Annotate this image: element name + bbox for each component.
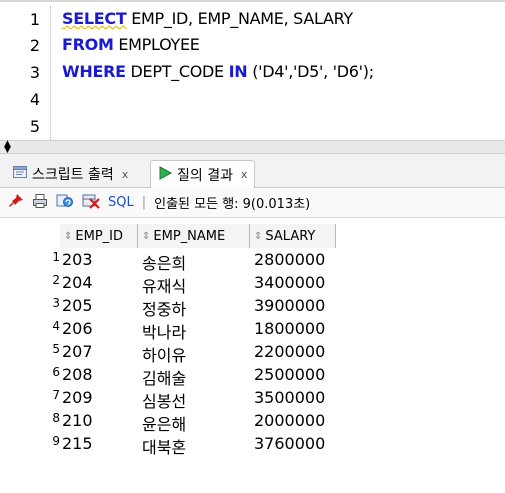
line-number: 3 [29, 63, 40, 82]
row-number: 5 [52, 342, 60, 356]
collapse-expand-arrows-icon[interactable]: ▲ ▼ [4, 140, 11, 155]
run-query-icon [157, 165, 173, 185]
result-grid[interactable]: ⇕ EMP_ID ⇕ EMP_NAME ⇕ SALARY 1 203 송은희 2… [0, 218, 505, 493]
cell-salary[interactable]: 3500000 [254, 388, 325, 407]
column-header-salary[interactable]: ⇕ SALARY [250, 224, 336, 248]
table-row[interactable]: 2 204 유재식 3400000 [0, 271, 340, 296]
result-toolbar: SQL | 인출된 모든 행: 9(0.013초) [0, 188, 505, 218]
row-number: 7 [52, 388, 60, 402]
sql-link[interactable]: SQL [108, 195, 134, 210]
keyword-select: SELECT [62, 9, 127, 28]
sql-editor[interactable]: 1 SELECT EMP_ID, EMP_NAME, SALARY 2 FROM… [0, 0, 505, 140]
column-header-emp-name[interactable]: ⇕ EMP_NAME [138, 224, 250, 248]
tab-query-result[interactable]: 질의 결과 x [150, 160, 255, 188]
sort-icon[interactable]: ⇕ [254, 231, 262, 242]
cell-emp-id[interactable]: 210 [62, 411, 93, 430]
column-header-label: SALARY [265, 228, 316, 244]
keyword-from: FROM [62, 35, 114, 54]
cell-emp-id[interactable]: 209 [62, 388, 93, 407]
script-output-icon [12, 164, 28, 184]
row-number: 9 [52, 434, 60, 448]
sort-icon[interactable]: ⇕ [142, 231, 150, 242]
code-line-2[interactable]: 2 FROM EMPLOYEE [0, 34, 505, 59]
cell-salary[interactable]: 2200000 [254, 342, 325, 361]
refresh-icon[interactable] [56, 193, 74, 213]
line-number: 4 [29, 90, 40, 109]
cell-salary[interactable]: 3900000 [254, 296, 325, 315]
table-row[interactable]: 5 207 하이유 2200000 [0, 340, 340, 365]
tab-label: 질의 결과 [177, 167, 233, 184]
column-header-label: EMP_ID [75, 228, 124, 244]
result-tab-bar: 스크립트 출력 x 질의 결과 x [0, 154, 505, 188]
tab-script-output[interactable]: 스크립트 출력 x [6, 160, 134, 188]
line-number: 2 [29, 36, 40, 55]
code-fragment: DEPT_CODE [125, 62, 229, 81]
cell-emp-id[interactable]: 208 [62, 365, 93, 384]
cell-salary[interactable]: 2000000 [254, 411, 325, 430]
column-header-label: EMP_NAME [153, 228, 226, 244]
close-icon[interactable]: x [122, 168, 129, 181]
code-line-4[interactable]: 4 [0, 88, 505, 113]
cell-emp-id[interactable]: 203 [62, 250, 93, 269]
cell-salary[interactable]: 1800000 [254, 319, 325, 338]
pin-icon[interactable] [8, 193, 24, 213]
cell-emp-id[interactable]: 215 [62, 434, 93, 453]
keyword-where: WHERE [62, 62, 126, 81]
code-text[interactable]: WHERE DEPT_CODE IN ('D4','D5', 'D6'); [62, 62, 374, 81]
cell-salary[interactable]: 3760000 [254, 434, 325, 453]
delete-records-icon[interactable] [82, 193, 100, 213]
line-number: 1 [29, 10, 40, 29]
column-header-emp-id[interactable]: ⇕ EMP_ID [60, 224, 138, 248]
row-number: 3 [52, 296, 60, 310]
code-line-1[interactable]: 1 SELECT EMP_ID, EMP_NAME, SALARY [0, 8, 505, 33]
editor-top-border [0, 0, 505, 2]
row-number-header [0, 224, 60, 248]
tab-label: 스크립트 출력 [32, 167, 114, 183]
fetch-status-text: 인출된 모든 행: 9(0.013초) [154, 197, 311, 212]
row-number: 8 [52, 411, 60, 425]
row-number: 4 [52, 319, 60, 333]
row-number: 2 [52, 273, 60, 287]
table-row[interactable]: 1 203 송은희 2800000 [0, 248, 340, 273]
table-row[interactable]: 7 209 심봉선 3500000 [0, 386, 340, 411]
cell-emp-id[interactable]: 206 [62, 319, 93, 338]
grid-header: ⇕ EMP_ID ⇕ EMP_NAME ⇕ SALARY [0, 224, 336, 248]
cell-emp-id[interactable]: 205 [62, 296, 93, 315]
print-icon[interactable] [32, 193, 48, 213]
keyword-in: IN [228, 62, 248, 81]
code-text[interactable]: SELECT EMP_ID, EMP_NAME, SALARY [62, 9, 353, 28]
table-row[interactable]: 9 215 대북혼 3760000 [0, 432, 340, 458]
code-fragment: EMP_ID, EMP_NAME, SALARY [126, 9, 353, 28]
code-fragment: ('D4','D5', 'D6'); [247, 62, 374, 81]
table-row[interactable]: 4 206 박나라 1800000 [0, 317, 340, 342]
table-row[interactable]: 6 208 김해술 2500000 [0, 363, 340, 388]
cell-salary[interactable]: 3400000 [254, 273, 325, 292]
table-row[interactable]: 3 205 정중하 3900000 [0, 294, 340, 319]
code-text[interactable]: FROM EMPLOYEE [62, 35, 200, 54]
cell-salary[interactable]: 2800000 [254, 250, 325, 269]
line-number: 5 [29, 117, 40, 136]
cell-salary[interactable]: 2500000 [254, 365, 325, 384]
sort-icon[interactable]: ⇕ [64, 231, 72, 242]
cell-emp-id[interactable]: 204 [62, 273, 93, 292]
code-line-3[interactable]: 3 WHERE DEPT_CODE IN ('D4','D5', 'D6'); [0, 61, 505, 86]
cell-emp-id[interactable]: 207 [62, 342, 93, 361]
code-fragment: EMPLOYEE [113, 35, 200, 54]
panel-splitter[interactable]: ▲ ▼ [0, 140, 505, 155]
table-row[interactable]: 8 210 윤은해 2000000 [0, 409, 340, 434]
row-number: 6 [52, 365, 60, 379]
toolbar-separator: | [141, 195, 147, 210]
row-number: 1 [52, 250, 60, 264]
close-icon[interactable]: x [241, 168, 248, 181]
cell-emp-name[interactable]: 대북혼 [142, 434, 186, 458]
code-line-5[interactable]: 5 [0, 115, 505, 140]
